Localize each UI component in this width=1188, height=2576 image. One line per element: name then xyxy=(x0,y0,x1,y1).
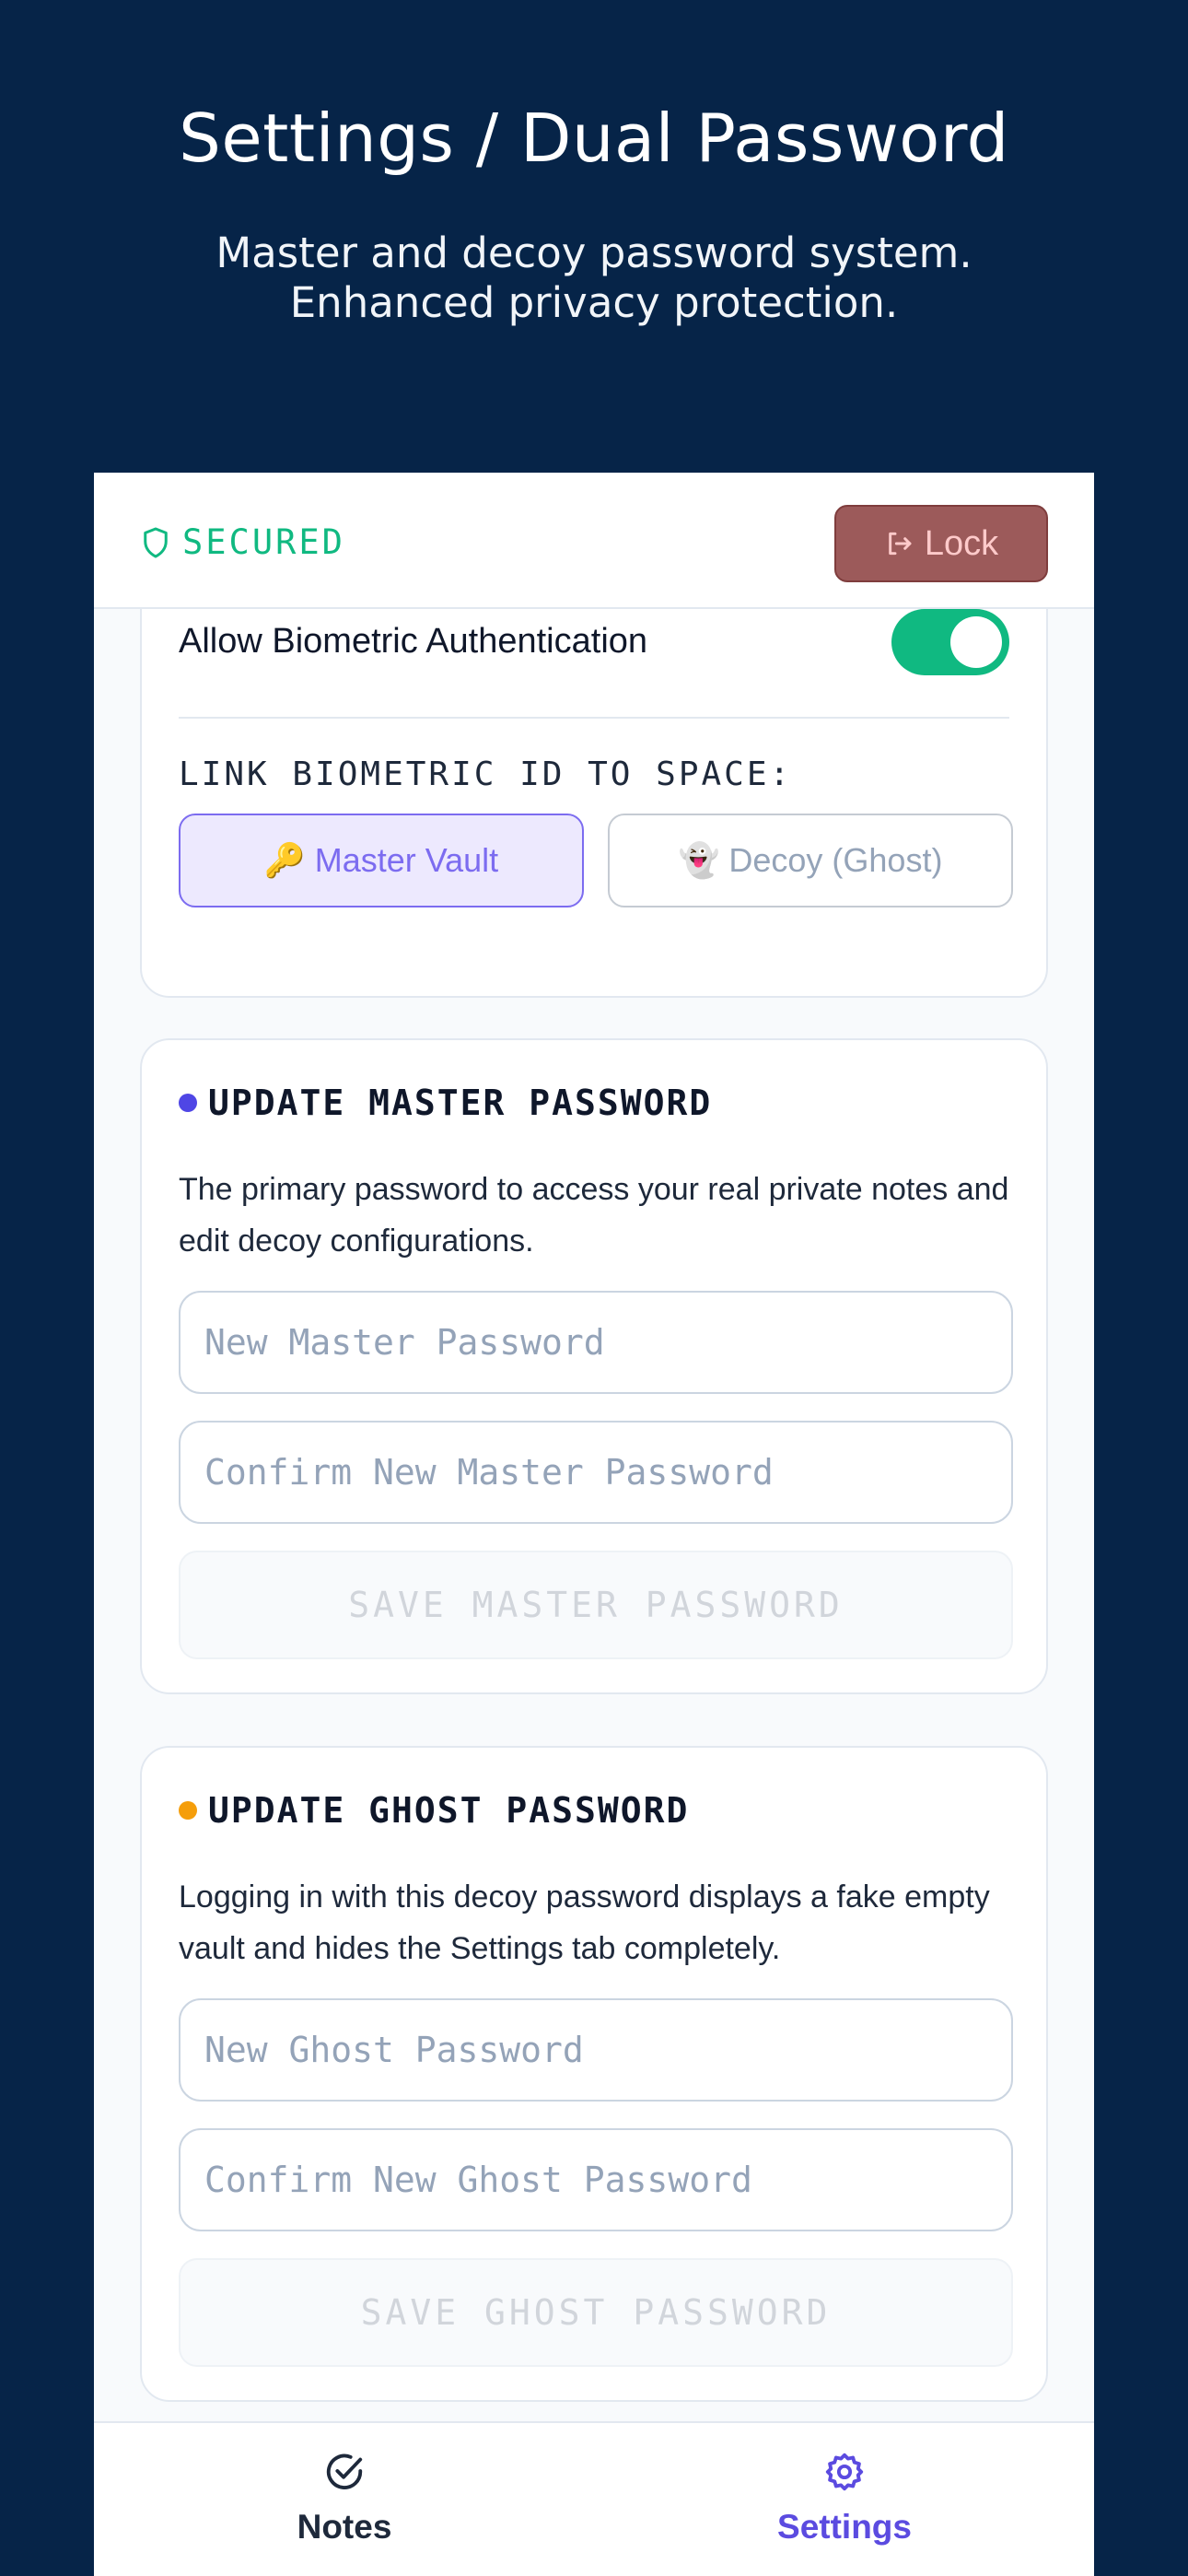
master-vault-button[interactable]: 🔑 Master Vault xyxy=(179,814,584,907)
page-subtitle: Master and decoy password system. Enhanc… xyxy=(0,228,1188,328)
shield-icon xyxy=(144,527,168,557)
biometric-card: Allow Biometric Authentication LINK BIOM… xyxy=(140,565,1048,998)
hero-header: Settings / Dual Password Master and deco… xyxy=(0,0,1188,472)
secured-status: SECURED xyxy=(142,522,345,562)
ghost-dot-icon xyxy=(179,1801,197,1820)
master-password-heading: UPDATE MASTER PASSWORD xyxy=(179,1083,712,1123)
page-subtitle-line-1: Master and decoy password system. xyxy=(215,228,973,277)
confirm-master-password-input[interactable] xyxy=(179,1421,1013,1524)
biometric-label: Allow Biometric Authentication xyxy=(179,622,648,661)
ghost-heading-label: UPDATE GHOST PASSWORD xyxy=(208,1790,690,1831)
biometric-toggle[interactable] xyxy=(891,608,1009,675)
link-biometric-label: LINK BIOMETRIC ID TO SPACE: xyxy=(179,755,793,793)
page-title: Settings / Dual Password xyxy=(179,100,1009,177)
master-heading-label: UPDATE MASTER PASSWORD xyxy=(208,1083,713,1123)
decoy-ghost-button[interactable]: 👻 Decoy (Ghost) xyxy=(608,814,1013,907)
ghost-password-heading: UPDATE GHOST PASSWORD xyxy=(179,1790,689,1831)
key-icon: 🔑 xyxy=(263,841,306,879)
app-screen: SECURED Lock Allow Biometric Authenticat… xyxy=(94,473,1094,2576)
page-subtitle-line-2: Enhanced privacy protection. xyxy=(289,278,899,327)
ghost-icon: 👻 xyxy=(678,841,720,879)
nav-settings[interactable]: Settings xyxy=(706,2451,983,2547)
master-dot-icon xyxy=(179,1094,197,1112)
new-ghost-password-input[interactable] xyxy=(179,1998,1013,2102)
ghost-description: Logging in with this decoy password disp… xyxy=(179,1879,990,1966)
gear-icon xyxy=(825,2453,864,2491)
nav-notes-label: Notes xyxy=(297,2508,392,2546)
new-master-password-input[interactable] xyxy=(179,1291,1013,1394)
master-vault-label: Master Vault xyxy=(314,841,499,879)
bottom-nav: Notes Settings xyxy=(94,2421,1094,2576)
secured-label: SECURED xyxy=(182,522,345,562)
lock-label: Lock xyxy=(924,523,999,563)
logout-icon xyxy=(889,532,912,556)
check-circle-icon xyxy=(326,2453,363,2489)
nav-notes[interactable]: Notes xyxy=(206,2451,483,2547)
save-ghost-password-button[interactable]: SAVE GHOST PASSWORD xyxy=(179,2258,1013,2367)
ghost-password-card: UPDATE GHOST PASSWORD Logging in with th… xyxy=(140,1746,1048,2402)
lock-button[interactable]: Lock xyxy=(834,505,1048,582)
master-description: The primary password to access your real… xyxy=(179,1172,1009,1259)
save-master-password-button[interactable]: SAVE MASTER PASSWORD xyxy=(179,1551,1013,1659)
confirm-ghost-password-input[interactable] xyxy=(179,2128,1013,2231)
master-password-card: UPDATE MASTER PASSWORD The primary passw… xyxy=(140,1038,1048,1694)
decoy-ghost-label: Decoy (Ghost) xyxy=(728,841,943,879)
top-bar: SECURED Lock xyxy=(94,473,1094,609)
nav-settings-label: Settings xyxy=(777,2508,912,2546)
toggle-knob xyxy=(950,615,1002,668)
